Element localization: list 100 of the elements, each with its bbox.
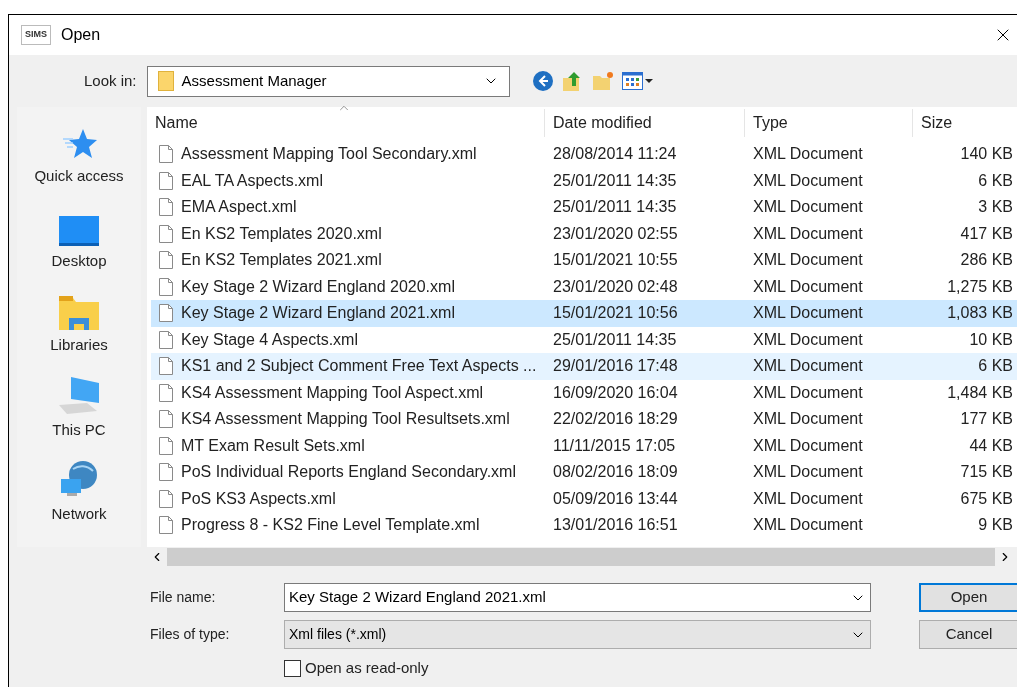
file-name: KS4 Assessment Mapping Tool Resultsets.xml (181, 409, 510, 430)
file-row[interactable]: KS1 and 2 Subject Comment Free Text Aspects ... 29/01/2016 17:48 XML Document 6 KB (151, 353, 1017, 380)
type-cell-text: XML Document (752, 409, 864, 430)
size-cell-text: 177 KB (959, 409, 1013, 430)
file-name: Key Stage 2 Wizard England 2020.xml (181, 276, 455, 297)
read-only-checkbox[interactable] (284, 659, 301, 677)
file-row[interactable]: PoS KS3 Aspects.xml 05/09/2016 13:44 XML Document 675 KB (151, 485, 1017, 512)
size-cell-text: 10 KB (968, 329, 1013, 350)
column-header[interactable]: Size (913, 109, 1017, 137)
file-row[interactable]: Assessment Mapping Tool Secondary.xml 28/08/2014 11:24 XML Document 140 KB (151, 141, 1017, 168)
type-cell-text: XML Document (752, 515, 864, 536)
type-cell-text: XML Document (752, 250, 864, 271)
date-cell-text: 23/01/2020 02:55 (552, 223, 679, 244)
file-name: En KS2 Templates 2020.xml (181, 223, 382, 244)
star-icon (61, 127, 97, 161)
back-icon[interactable] (531, 70, 554, 92)
size-cell-text: 9 KB (977, 515, 1013, 536)
file-icon (159, 171, 173, 190)
file-name: Assessment Mapping Tool Secondary.xml (181, 144, 477, 165)
size-cell-text: 286 KB (959, 250, 1013, 271)
file-icon (159, 383, 173, 402)
type-cell-text: XML Document (752, 488, 864, 509)
file-name-label: File name: (150, 588, 217, 607)
folder-icon (157, 71, 174, 91)
app-icon: SIMS (21, 25, 51, 45)
file-icon (159, 304, 173, 323)
places-item[interactable]: Desktop (51, 205, 107, 272)
date-cell-text: 25/01/2011 14:35 (552, 329, 678, 350)
size-cell-text: 1,083 KB (946, 303, 1013, 324)
size-cell-text: 715 KB (959, 462, 1013, 483)
window-title: Open (61, 25, 101, 45)
file-row[interactable]: MT Exam Result Sets.xml 11/11/2015 17:05 XML Document 44 KB (151, 432, 1017, 459)
type-cell-text: XML Document (752, 435, 864, 456)
file-name: EAL TA Aspects.xml (181, 170, 323, 191)
file-icon (159, 410, 173, 429)
size-cell-text: 675 KB (959, 488, 1013, 509)
size-cell-text: 1,484 KB (946, 382, 1013, 403)
places-item[interactable]: Quick access (34, 121, 124, 188)
date-cell-text: 08/02/2016 18:09 (552, 462, 679, 483)
file-icon (159, 251, 173, 270)
size-cell-text: 6 KB (977, 356, 1013, 377)
date-cell-text: 29/01/2016 17:48 (552, 356, 679, 377)
file-icon (159, 224, 173, 243)
look-in-label: Look in: (84, 70, 137, 91)
places-item[interactable]: Libraries (50, 290, 108, 357)
file-name-field[interactable]: Key Stage 2 Wizard England 2021.xml (284, 583, 871, 612)
file-icon (159, 198, 173, 217)
type-cell-text: XML Document (752, 329, 864, 350)
date-cell-text: 25/01/2011 14:35 (552, 170, 678, 191)
file-name: PoS Individual Reports England Secondary.xml (181, 462, 516, 483)
places-item[interactable]: Network (51, 459, 107, 526)
column-header[interactable]: Name (147, 109, 545, 137)
file-row[interactable]: Key Stage 2 Wizard England 2021.xml 15/01/2021 10:56 XML Document 1,083 KB (151, 300, 1017, 327)
file-name: En KS2 Templates 2021.xml (181, 250, 382, 271)
type-cell-text: XML Document (752, 462, 864, 483)
type-cell-text: XML Document (752, 382, 864, 403)
places-item[interactable]: This PC (52, 374, 106, 441)
file-icon (159, 357, 173, 376)
column-header[interactable]: Date modified (545, 109, 745, 137)
file-type-label: Files of type: (150, 625, 231, 644)
date-cell-text: 16/09/2020 16:04 (552, 382, 679, 403)
date-cell-text: 15/01/2021 10:56 (552, 303, 679, 324)
file-name: EMA Aspect.xml (181, 197, 297, 218)
date-cell-text: 23/01/2020 02:48 (552, 276, 679, 297)
column-header[interactable]: Type (745, 109, 913, 137)
file-icon (159, 463, 173, 482)
file-row[interactable]: EAL TA Aspects.xml 25/01/2011 14:35 XML Document 6 KB (151, 167, 1017, 194)
date-cell-text: 15/01/2021 10:55 (552, 250, 679, 271)
type-cell-text: XML Document (752, 303, 864, 324)
file-row[interactable]: KS4 Assessment Mapping Tool Aspect.xml 16/09/2020 16:04 XML Document 1,484 KB (151, 379, 1017, 406)
file-icon (159, 516, 173, 535)
look-in-dropdown[interactable]: Assessment Manager (146, 65, 510, 97)
file-row[interactable]: Progress 8 - KS2 Fine Level Template.xml 13/01/2016 16:51 XML Document 9 KB (151, 512, 1017, 539)
type-cell-text: XML Document (752, 276, 864, 297)
file-icon (159, 436, 173, 455)
file-row[interactable]: En KS2 Templates 2021.xml 15/01/2021 10:55 XML Document 286 KB (151, 247, 1017, 274)
folder-icon (59, 296, 99, 330)
file-row[interactable]: EMA Aspect.xml 25/01/2011 14:35 XML Document 3 KB (151, 194, 1017, 221)
file-icon (159, 330, 173, 349)
file-name: Key Stage 4 Aspects.xml (181, 329, 358, 350)
file-row[interactable]: PoS Individual Reports England Secondary.xml 08/02/2016 18:09 XML Document 715 KB (151, 459, 1017, 486)
date-cell-text: 11/11/2015 17:05 (552, 435, 677, 456)
date-cell-text: 28/08/2014 11:24 (552, 144, 678, 165)
file-row[interactable]: KS4 Assessment Mapping Tool Resultsets.xml 22/02/2016 18:29 XML Document 177 KB (151, 406, 1017, 433)
file-name: KS1 and 2 Subject Comment Free Text Aspects ... (181, 356, 537, 377)
size-cell-text: 417 KB (959, 223, 1013, 244)
monitor-icon (59, 215, 99, 246)
type-cell-text: XML Document (752, 144, 864, 165)
view-menu-icon[interactable] (621, 70, 654, 92)
file-type-dropdown[interactable]: Xml files (*.xml) (284, 620, 871, 649)
date-cell-text: 05/09/2016 13:44 (552, 488, 679, 509)
file-row[interactable]: En KS2 Templates 2020.xml 23/01/2020 02:55 XML Document 417 KB (151, 220, 1017, 247)
date-cell-text: 22/02/2016 18:29 (552, 409, 679, 430)
type-cell-text: XML Document (752, 356, 864, 377)
size-cell-text: 140 KB (959, 144, 1013, 165)
dialog-button[interactable]: Open (919, 583, 1017, 612)
dialog-button[interactable]: Cancel (919, 620, 1017, 649)
file-row[interactable]: Key Stage 4 Aspects.xml 25/01/2011 14:35 XML Document 10 KB (151, 326, 1017, 353)
file-row[interactable]: Key Stage 2 Wizard England 2020.xml 23/01/2020 02:48 XML Document 1,275 KB (151, 273, 1017, 300)
size-cell-text: 3 KB (977, 197, 1013, 218)
